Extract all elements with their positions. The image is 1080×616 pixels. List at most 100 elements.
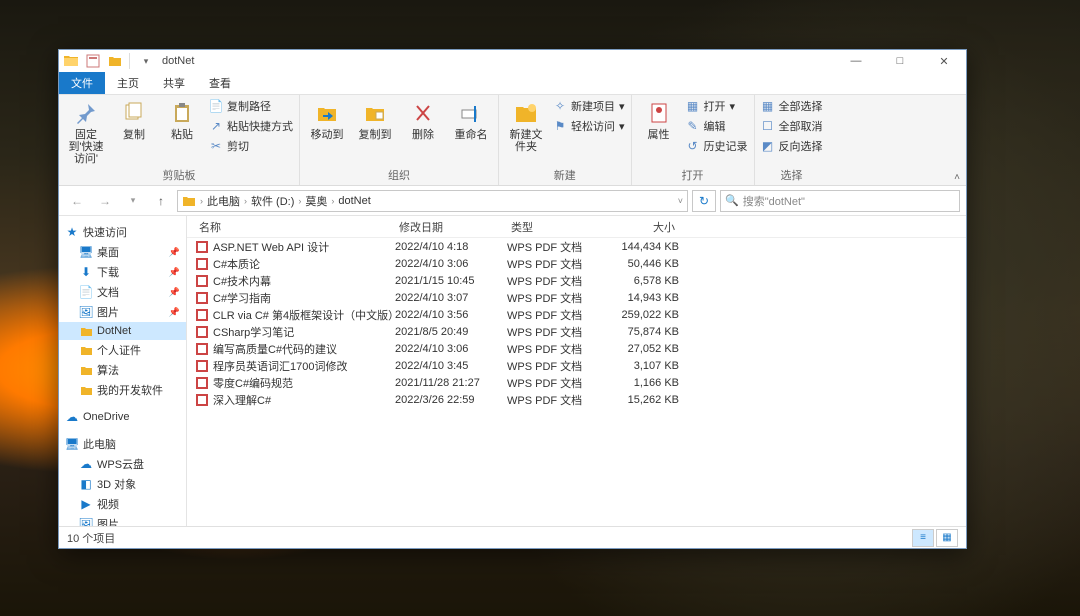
file-row[interactable]: C#技术内幕2021/1/15 10:45WPS PDF 文档6,578 KB	[187, 272, 966, 289]
sidebar-item[interactable]: 📄文档📌	[59, 282, 186, 302]
pin-icon: 📌	[169, 247, 180, 258]
open-button[interactable]: ▦打开 ▾	[686, 97, 748, 115]
cloud-icon: ☁	[65, 410, 79, 424]
history-icon: ↺	[686, 139, 700, 153]
up-button[interactable]: ↑	[149, 189, 173, 213]
search-placeholder: 搜索"dotNet"	[743, 193, 805, 209]
file-row[interactable]: C#本质论2022/4/10 3:06WPS PDF 文档50,446 KB	[187, 255, 966, 272]
tab-home[interactable]: 主页	[105, 72, 151, 94]
invert-selection-button[interactable]: ◩反向选择	[761, 137, 823, 155]
sidebar-item[interactable]: 算法	[59, 360, 186, 380]
sidebar-item[interactable]: DotNet	[59, 322, 186, 340]
pdf-icon	[195, 240, 209, 254]
copyto-icon	[361, 99, 389, 127]
file-row[interactable]: C#学习指南2022/4/10 3:07WPS PDF 文档14,943 KB	[187, 289, 966, 306]
view-large-icons-button[interactable]: ▦	[936, 529, 958, 547]
paste-button[interactable]: 粘贴	[161, 97, 203, 141]
sidebar-item[interactable]: ⬇下载📌	[59, 262, 186, 282]
col-date[interactable]: 修改日期	[395, 219, 507, 235]
qat-divider	[129, 53, 130, 69]
properties-icon	[645, 99, 673, 127]
sidebar-item[interactable]: 我的开发软件	[59, 380, 186, 400]
selectall-icon: ▦	[761, 99, 775, 113]
delete-button[interactable]: 删除	[402, 97, 444, 141]
copy-button[interactable]: 复制	[113, 97, 155, 141]
nav-pane[interactable]: ★快速访问 🖥桌面📌⬇下载📌📄文档📌🖼图片📌DotNet个人证件算法我的开发软件…	[59, 216, 187, 526]
qat-newfolder-icon[interactable]	[105, 51, 125, 71]
breadcrumb-seg[interactable]: 此电脑›	[207, 193, 247, 209]
address-dropdown[interactable]: ˅	[678, 196, 683, 206]
forward-button[interactable]: →	[93, 189, 117, 213]
ribbon: 固定到'快速访问' 复制 粘贴	[59, 94, 966, 186]
refresh-button[interactable]: ↻	[692, 190, 716, 212]
tab-share[interactable]: 共享	[151, 72, 197, 94]
sidebar-item[interactable]: 🖼图片📌	[59, 302, 186, 322]
breadcrumb-seg[interactable]: 软件 (D:)›	[251, 193, 301, 209]
moveto-icon	[313, 99, 341, 127]
rename-button[interactable]: 重命名	[450, 97, 492, 141]
tab-file[interactable]: 文件	[59, 72, 105, 94]
maximize-button[interactable]: □	[878, 50, 922, 72]
cut-button[interactable]: ✂剪切	[209, 137, 293, 155]
sidebar-item[interactable]: ◧3D 对象	[59, 474, 186, 494]
select-none-button[interactable]: ☐全部取消	[761, 117, 823, 135]
nav-bar: ← → ▾ ↑ › 此电脑› 软件 (D:)› 莫奥› dotNet ˅ ↻ 🔍…	[59, 186, 966, 216]
move-to-button[interactable]: 移动到	[306, 97, 348, 141]
onedrive-header[interactable]: ☁OneDrive	[59, 408, 186, 426]
copy-to-button[interactable]: 复制到	[354, 97, 396, 141]
sidebar-item[interactable]: ☁WPS云盘	[59, 454, 186, 474]
pin-to-quick-access-button[interactable]: 固定到'快速访问'	[65, 97, 107, 165]
window-title: dotNet	[162, 55, 194, 67]
col-name[interactable]: 名称	[195, 219, 395, 235]
search-box[interactable]: 🔍 搜索"dotNet"	[720, 190, 960, 212]
pin-icon	[72, 99, 100, 127]
sidebar-item[interactable]: 🖥桌面📌	[59, 242, 186, 262]
col-type[interactable]: 类型	[507, 219, 599, 235]
group-label-select: 选择	[761, 165, 823, 185]
file-row[interactable]: CSharp学习笔记2021/8/5 20:49WPS PDF 文档75,874…	[187, 323, 966, 340]
pc-icon: 🖥	[65, 437, 79, 451]
group-label-new: 新建	[505, 165, 625, 185]
pdf-icon	[195, 291, 209, 305]
sidebar-item[interactable]: ▶视频	[59, 494, 186, 514]
pdf-icon	[195, 393, 209, 407]
properties-button[interactable]: 属性	[638, 97, 680, 141]
minimize-button[interactable]: —	[834, 50, 878, 72]
col-size[interactable]: 大小	[599, 219, 679, 235]
breadcrumb-seg[interactable]: 莫奥›	[305, 193, 334, 209]
edit-button[interactable]: ✎编辑	[686, 117, 748, 135]
file-row[interactable]: 深入理解C#2022/3/26 22:59WPS PDF 文档15,262 KB	[187, 391, 966, 408]
qat-properties-icon[interactable]	[83, 51, 103, 71]
new-folder-button[interactable]: 新建文件夹	[505, 97, 547, 153]
this-pc-header[interactable]: 🖥此电脑	[59, 434, 186, 454]
tab-view[interactable]: 查看	[197, 72, 243, 94]
easy-access-button[interactable]: ⚑轻松访问 ▾	[553, 117, 625, 135]
quick-access-header[interactable]: ★快速访问	[59, 222, 186, 242]
file-row[interactable]: 程序员英语词汇1700词修改2022/4/10 3:45WPS PDF 文档3,…	[187, 357, 966, 374]
back-button[interactable]: ←	[65, 189, 89, 213]
address-bar[interactable]: › 此电脑› 软件 (D:)› 莫奥› dotNet ˅	[177, 190, 688, 212]
qat-customize-dropdown[interactable]: ▾	[136, 51, 156, 71]
sidebar-item[interactable]: 个人证件	[59, 340, 186, 360]
onedrive-group: ☁OneDrive	[59, 408, 186, 426]
sidebar-item[interactable]: 🖼图片	[59, 514, 186, 526]
star-icon: ★	[65, 225, 79, 239]
group-label-clipboard: 剪贴板	[65, 165, 293, 185]
file-row[interactable]: CLR via C# 第4版框架设计（中文版）2022/4/10 3:56WPS…	[187, 306, 966, 323]
new-item-button[interactable]: ✧新建项目 ▾	[553, 97, 625, 115]
copy-path-button[interactable]: 📄复制路径	[209, 97, 293, 115]
recent-locations-button[interactable]: ▾	[121, 189, 145, 213]
file-row[interactable]: 编写高质量C#代码的建议2022/4/10 3:06WPS PDF 文档27,0…	[187, 340, 966, 357]
pdf-icon	[195, 308, 209, 322]
titlebar: ▾ dotNet — □ ✕	[59, 50, 966, 72]
paste-shortcut-button[interactable]: ↗粘贴快捷方式	[209, 117, 293, 135]
file-rows[interactable]: ASP.NET Web API 设计2022/4/10 4:18WPS PDF …	[187, 238, 966, 526]
breadcrumb-seg[interactable]: dotNet	[338, 195, 370, 207]
history-button[interactable]: ↺历史记录	[686, 137, 748, 155]
view-details-button[interactable]: ≡	[912, 529, 934, 547]
ribbon-collapse-button[interactable]: ˄	[954, 172, 960, 183]
select-all-button[interactable]: ▦全部选择	[761, 97, 823, 115]
file-row[interactable]: 零度C#编码规范2021/11/28 21:27WPS PDF 文档1,166 …	[187, 374, 966, 391]
file-row[interactable]: ASP.NET Web API 设计2022/4/10 4:18WPS PDF …	[187, 238, 966, 255]
close-button[interactable]: ✕	[922, 50, 966, 72]
